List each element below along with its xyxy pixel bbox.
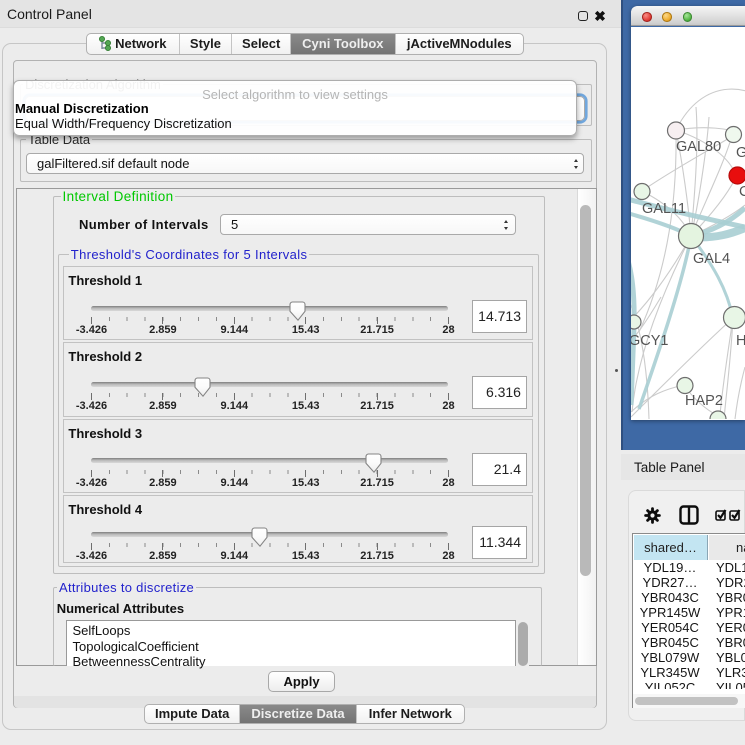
svg-text:G…: G… <box>736 145 745 161</box>
svg-text:GAL4: GAL4 <box>693 251 730 267</box>
svg-text:GCY1: GCY1 <box>631 333 669 349</box>
svg-text:GAL80: GAL80 <box>676 139 721 155</box>
svg-text:HAP2: HAP2 <box>685 393 723 409</box>
svg-text:C: C <box>739 184 745 200</box>
svg-text:H: H <box>736 333 745 349</box>
svg-text:GAL11: GAL11 <box>642 201 686 217</box>
